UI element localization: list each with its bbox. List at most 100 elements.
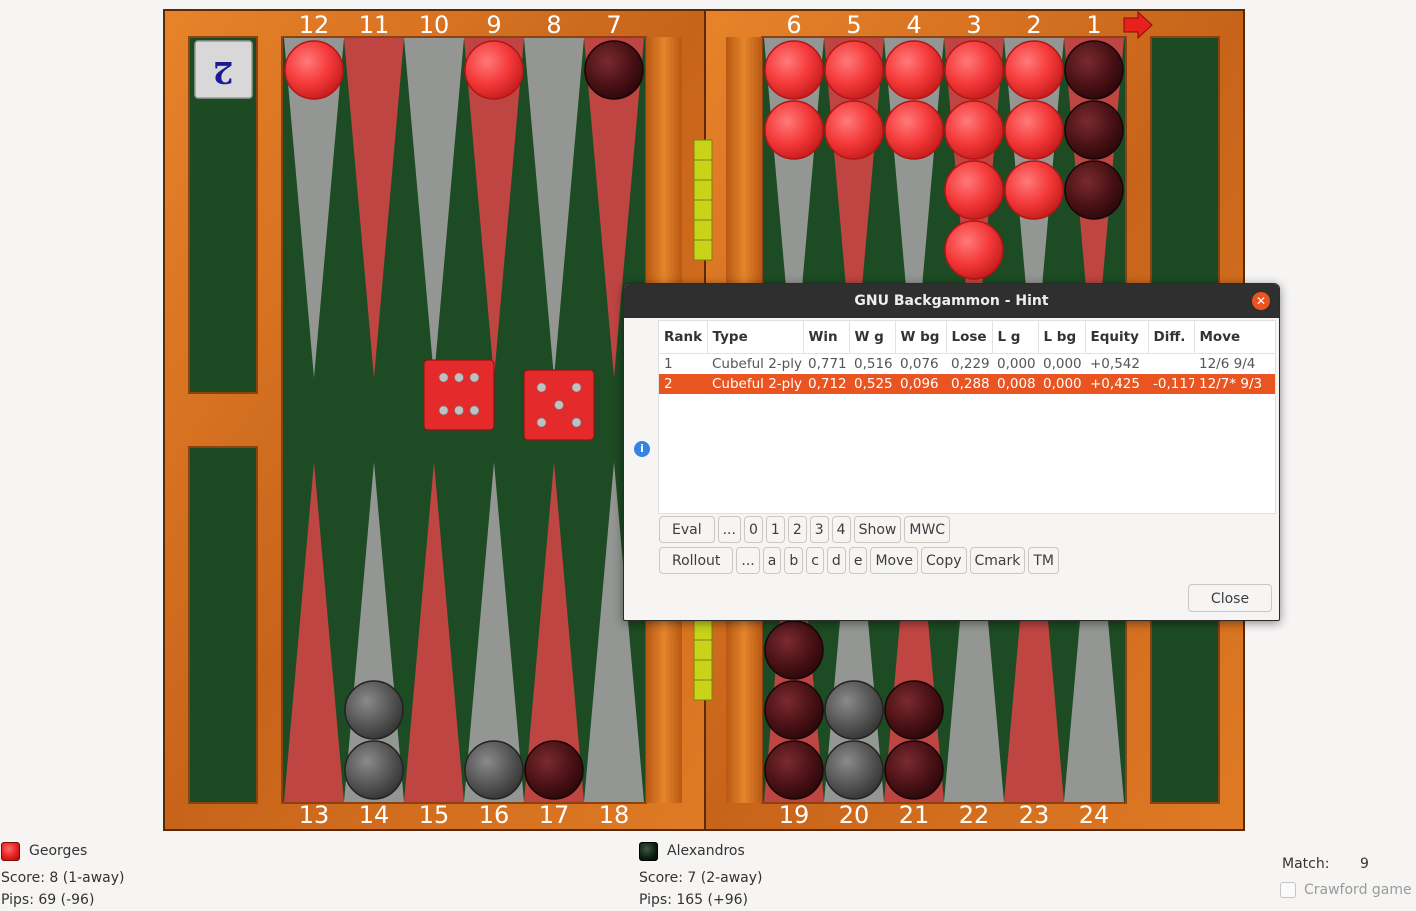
table-cell: Cubeful 2-ply	[707, 374, 803, 394]
red-checker[interactable]	[944, 160, 1004, 220]
dark-checker[interactable]	[584, 40, 644, 100]
column-header[interactable]: Type	[707, 321, 804, 354]
red-checker[interactable]	[284, 40, 344, 100]
dark-checker[interactable]	[824, 740, 884, 800]
table-cell: +0,425	[1085, 374, 1148, 394]
dark-checker[interactable]	[1064, 100, 1124, 160]
column-header[interactable]: L bg	[1038, 321, 1086, 354]
table-cell: 0,008	[992, 374, 1038, 394]
hint-button-4[interactable]: 4	[831, 516, 851, 543]
red-checker[interactable]	[1004, 160, 1064, 220]
hinge-top	[693, 139, 713, 261]
hint-dialog: GNU Backgammon - Hint ✕ i Rank Type Win W g…	[623, 283, 1280, 621]
table-row[interactable]: 1 Cubeful 2-ply 0,771 0,516 0,076 0,229 0,000 0…	[659, 354, 1275, 375]
table-row[interactable]: 2 Cubeful 2-ply 0,712 0,525 0,096 0,288 0,008 0…	[659, 374, 1275, 394]
player-alexandros-panel: Alexandros Score: 7 (2-away) Pips: 165 (…	[639, 840, 763, 911]
hint-button-a[interactable]: a	[762, 547, 782, 574]
close-button[interactable]: Close	[1188, 584, 1272, 612]
doubling-cube[interactable]: 2	[194, 40, 253, 99]
hint-moves-table[interactable]: Rank Type Win W gW bg Lose L gL bg Equity Diff.…	[658, 320, 1276, 514]
hint-button-cmark[interactable]: Cmark	[969, 547, 1026, 574]
red-checker[interactable]	[464, 40, 524, 100]
table-cell: 0,288	[946, 374, 992, 394]
point-number-label: 22	[959, 801, 990, 829]
dark-checker[interactable]	[764, 620, 824, 680]
red-checker[interactable]	[1004, 100, 1064, 160]
crawford-label: Crawford game	[1304, 882, 1412, 898]
match-length: Match: 9	[1282, 856, 1369, 872]
point-number-label: 23	[1019, 801, 1050, 829]
red-checker[interactable]	[944, 220, 1004, 280]
column-header[interactable]: Lose	[946, 321, 993, 354]
table-header-row: Rank Type Win W gW bg Lose L gL bg Equity Diff.…	[659, 321, 1275, 354]
hint-button-c[interactable]: c	[806, 547, 824, 574]
red-checker[interactable]	[764, 100, 824, 160]
dark-checker[interactable]	[524, 740, 584, 800]
hint-button-tm[interactable]: TM	[1028, 547, 1059, 574]
red-checker[interactable]	[1004, 40, 1064, 100]
red-checker[interactable]	[824, 40, 884, 100]
point-number-label: 10	[419, 11, 450, 39]
dark-checker[interactable]	[344, 740, 404, 800]
red-checker[interactable]	[764, 40, 824, 100]
hint-button-2[interactable]: 2	[787, 516, 807, 543]
red-checker[interactable]	[944, 40, 1004, 100]
hint-dialog-titlebar[interactable]: GNU Backgammon - Hint ✕	[624, 284, 1279, 318]
hint-button-show[interactable]: Show	[853, 516, 902, 543]
hint-button-0[interactable]: 0	[743, 516, 763, 543]
hint-button-d[interactable]: d	[826, 547, 846, 574]
column-header[interactable]: W g	[849, 321, 896, 354]
die[interactable]	[523, 369, 595, 441]
dark-checker[interactable]	[464, 740, 524, 800]
hint-button-3[interactable]: 3	[809, 516, 829, 543]
dark-checker[interactable]	[764, 740, 824, 800]
column-header[interactable]: L g	[992, 321, 1039, 354]
point-number-label: 19	[779, 801, 810, 829]
table-cell: 0,000	[1043, 356, 1082, 372]
table-cell: 0,096	[895, 374, 946, 394]
point-number-label: 17	[539, 801, 570, 829]
red-checker[interactable]	[884, 40, 944, 100]
hint-button-mwc[interactable]: MWC	[904, 516, 951, 543]
table-cell: 1	[664, 356, 673, 372]
close-icon[interactable]: ✕	[1252, 292, 1270, 310]
hint-button-1[interactable]: 1	[765, 516, 785, 543]
red-checker[interactable]	[824, 100, 884, 160]
point-number-label: 20	[839, 801, 870, 829]
dark-checker[interactable]	[1064, 40, 1124, 100]
pips-alexandros: Pips: 165 (+96)	[639, 892, 749, 908]
red-checker[interactable]	[884, 100, 944, 160]
hint-button-copy[interactable]: Copy	[920, 547, 967, 574]
hint-button-[interactable]: ...	[717, 516, 741, 543]
hint-button-b[interactable]: b	[784, 547, 804, 574]
dark-checker[interactable]	[884, 680, 944, 740]
hint-button-[interactable]: ...	[736, 547, 760, 574]
dark-checker[interactable]	[1064, 160, 1124, 220]
point-number-label: 21	[899, 801, 930, 829]
column-header[interactable]: Rank	[659, 321, 708, 354]
table-cell: 0,229	[951, 356, 990, 372]
column-header[interactable]: Move	[1194, 321, 1275, 354]
hint-button-e[interactable]: e	[848, 547, 868, 574]
score-georges: Score: 8 (1-away)	[1, 870, 125, 886]
dark-checker[interactable]	[884, 740, 944, 800]
red-checker[interactable]	[944, 100, 1004, 160]
column-header[interactable]: W bg	[895, 321, 947, 354]
dark-checker[interactable]	[344, 680, 404, 740]
column-header[interactable]: Equity	[1085, 321, 1149, 354]
die[interactable]	[423, 359, 495, 431]
point-number-label: 14	[359, 801, 390, 829]
dark-checker[interactable]	[824, 680, 884, 740]
checkbox-icon[interactable]	[1280, 882, 1296, 898]
hint-button-rollout[interactable]: Rollout	[659, 547, 734, 574]
column-header[interactable]: Diff.	[1148, 321, 1195, 354]
hint-button-move[interactable]: Move	[870, 547, 918, 574]
hint-button-eval[interactable]: Eval	[659, 516, 715, 543]
table-cell: 0,525	[849, 374, 895, 394]
dark-checker[interactable]	[764, 680, 824, 740]
column-header[interactable]: Win	[803, 321, 850, 354]
crawford-game-checkbox[interactable]: Crawford game	[1280, 882, 1412, 898]
point-number-label: 12	[299, 11, 330, 39]
info-icon: i	[634, 441, 650, 457]
player-name-alexandros: Alexandros	[667, 843, 745, 859]
